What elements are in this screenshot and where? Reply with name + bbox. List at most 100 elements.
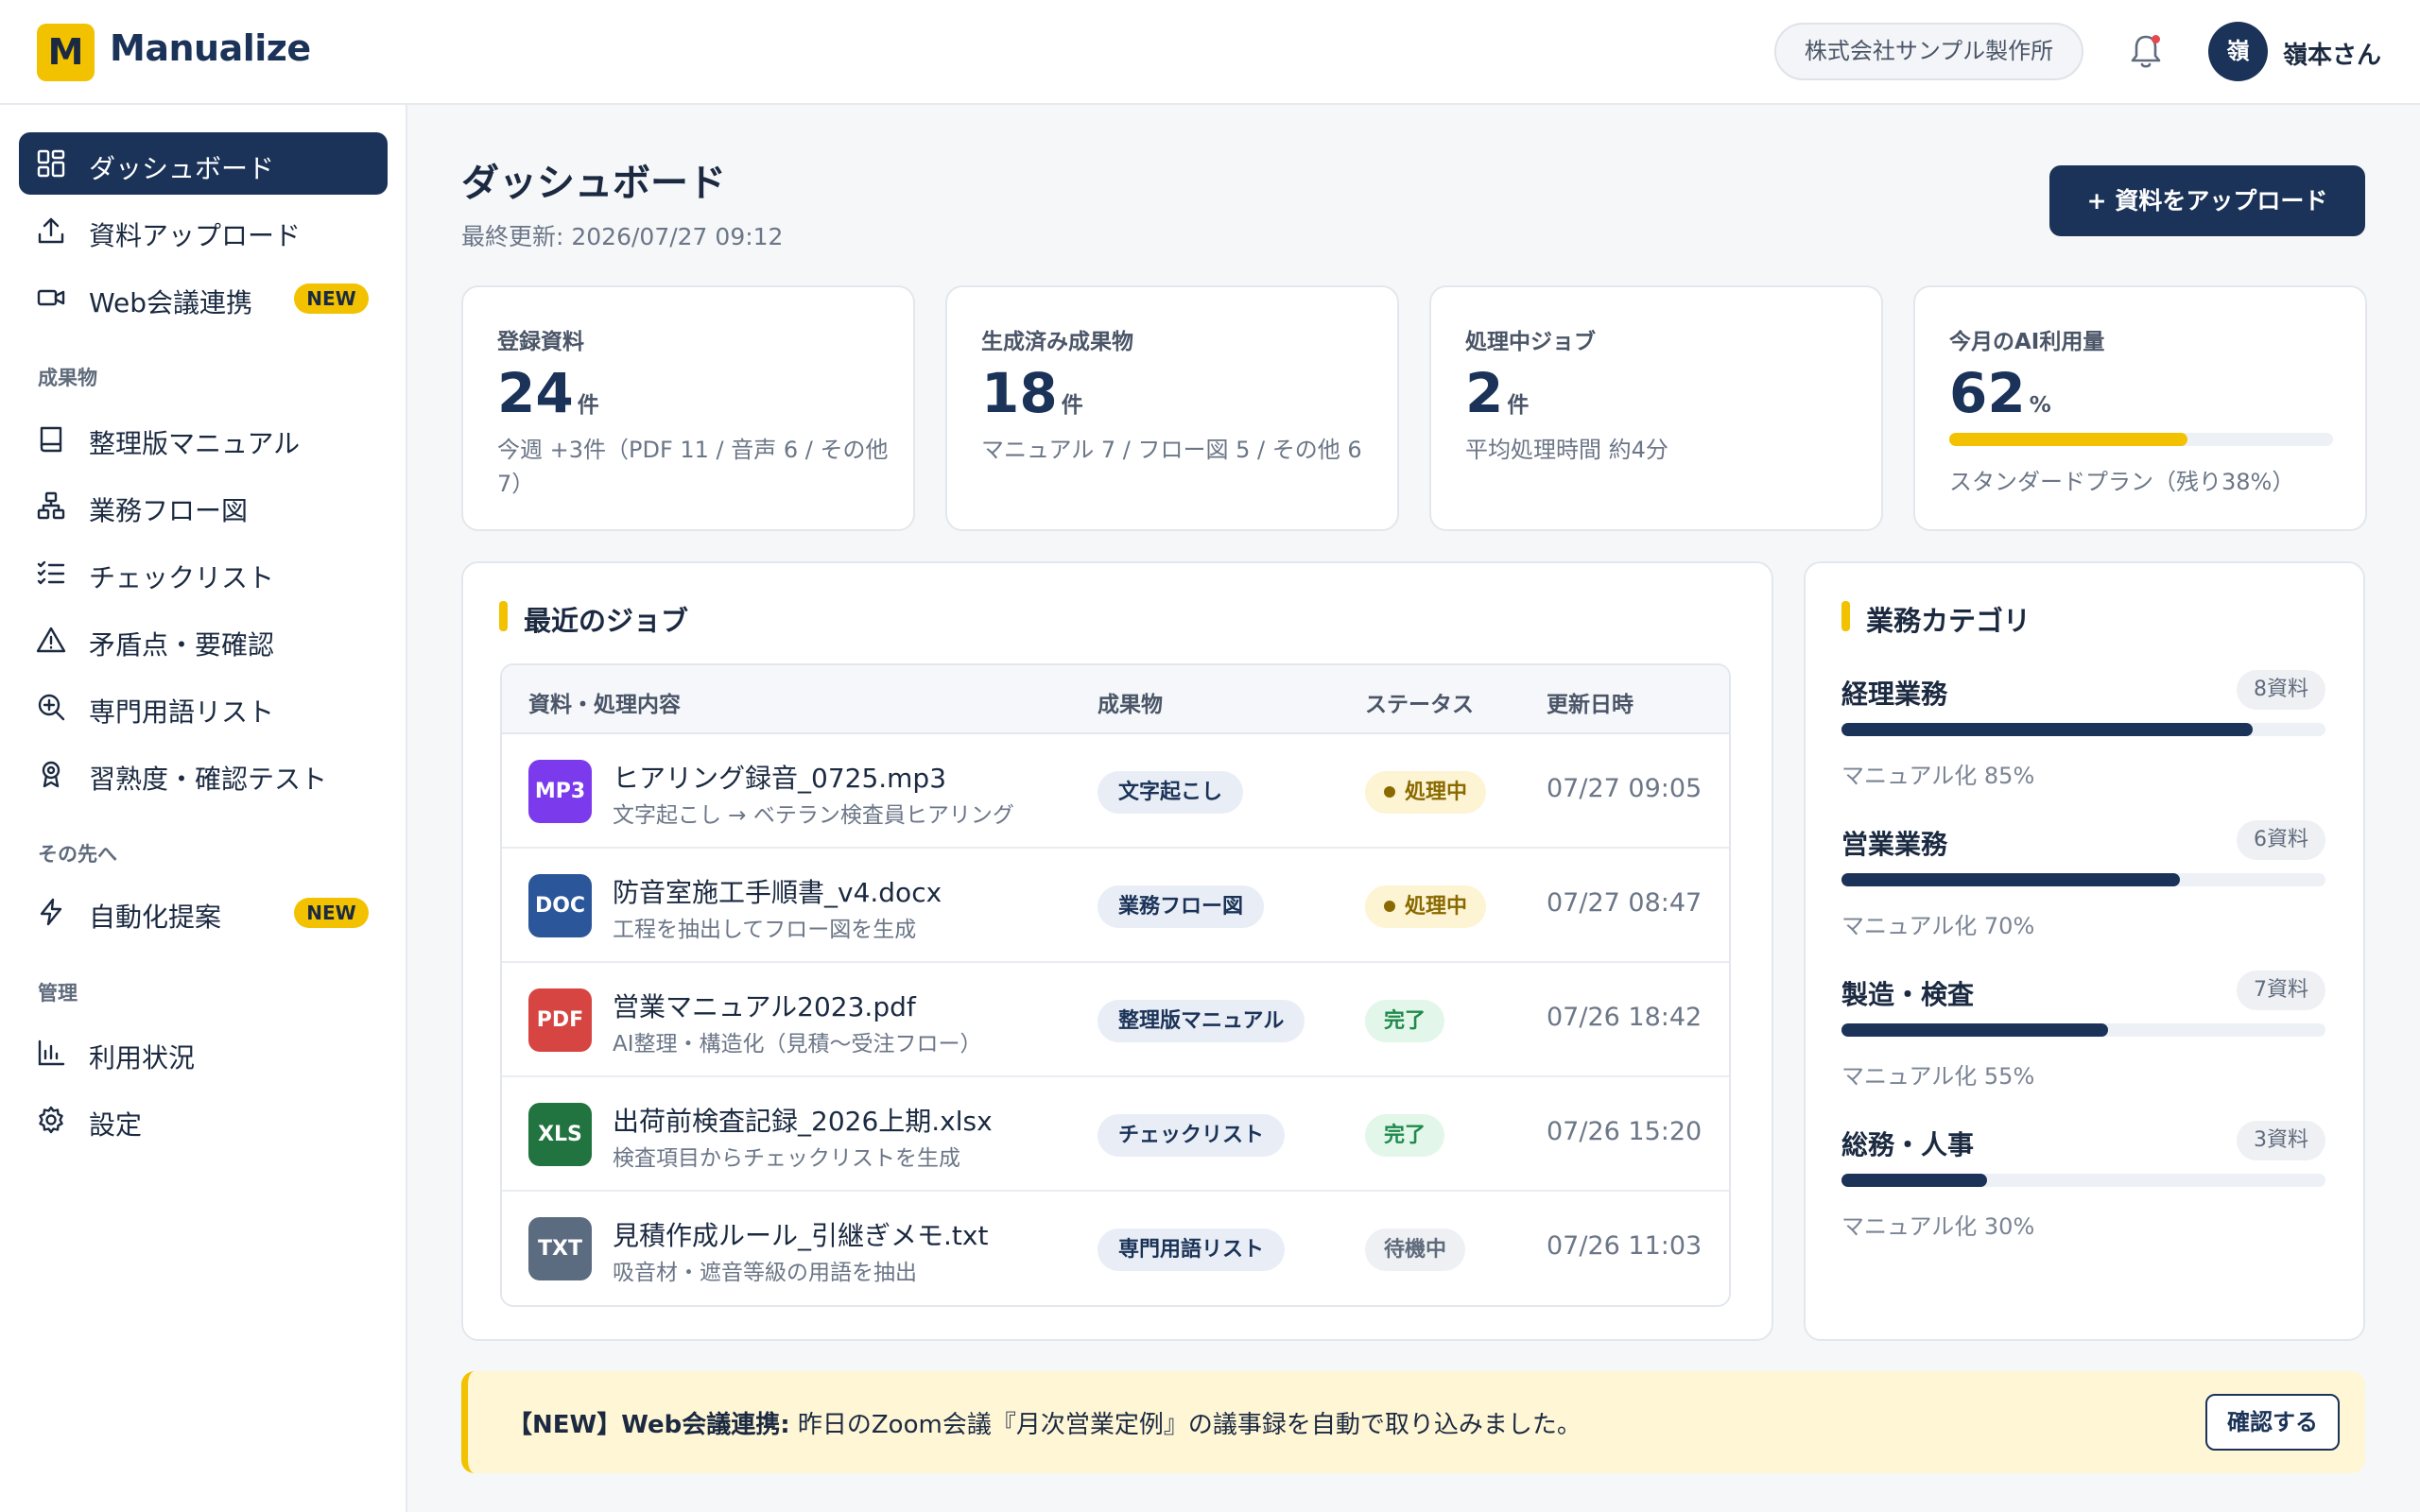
last-updated: 最終更新: 2026/07/27 09:12 — [461, 223, 784, 250]
sidebar-item-checklist[interactable]: チェックリスト — [19, 541, 388, 604]
job-file-name: ヒアリング録音_0725.mp3 — [613, 763, 947, 794]
stat-card-outputs: 生成済み成果物 18 件 マニュアル 7 / フロー図 5 / その他 6 — [945, 285, 1399, 531]
notice-banner: 【NEW】Web会議連携: 昨日のZoom会議『月次営業定例』の議事録を自動で取… — [461, 1371, 2365, 1473]
table-row[interactable]: XLS 出荷前検査記録_2026上期.xlsx 検査項目からチェックリストを生成 チェ… — [502, 1077, 1729, 1192]
stat-value: 24 件 — [497, 361, 599, 425]
table-row[interactable]: PDF 営業マニュアル2023.pdf AI整理・構造化（見積〜受注フロー） 整理版マ… — [502, 963, 1729, 1077]
sidebar-item-web-meeting[interactable]: Web会議連携 NEW — [19, 266, 388, 329]
category-progress-text: マニュアル化 55% — [1841, 1063, 2035, 1090]
sidebar-item-label: 業務フロー図 — [89, 495, 249, 526]
stat-value: 62% — [1949, 361, 2051, 425]
job-file-name: 営業マニュアル2023.pdf — [613, 991, 916, 1022]
sidebar-item-label: 習熟度・確認テスト — [89, 764, 328, 795]
job-updated-at: 07/27 08:47 — [1547, 888, 1703, 918]
category-progress-bar — [1841, 873, 2325, 886]
sidebar-item-flow[interactable]: 業務フロー図 — [19, 474, 388, 537]
file-type-icon: PDF — [528, 988, 592, 1052]
sidebar-item-manual[interactable]: 整理版マニュアル — [19, 407, 388, 470]
upload-icon — [38, 217, 64, 244]
stat-description: 平均処理時間 約4分 — [1465, 437, 1668, 463]
logo-mark[interactable]: M — [37, 24, 95, 81]
stat-label: 処理中ジョブ — [1465, 330, 1596, 354]
stat-label: 登録資料 — [497, 330, 584, 354]
stat-value: 2件 — [1465, 361, 1530, 425]
confirm-button[interactable]: 確認する — [2205, 1394, 2340, 1451]
new-badge: NEW — [294, 898, 369, 928]
job-description: AI整理・構造化（見積〜受注フロー） — [613, 1032, 982, 1057]
award-icon — [42, 761, 60, 788]
sidebar-item-settings[interactable]: 設定 — [19, 1089, 388, 1151]
status-badge: 処理中 — [1365, 885, 1487, 928]
sidebar: ダッシュボード 資料アップロード Web会議連携 NEW 成果物 整理版マニュア… — [0, 105, 407, 1512]
sidebar-item-label: 資料アップロード — [89, 220, 302, 251]
category-progress-text: マニュアル化 30% — [1841, 1213, 2035, 1240]
panel-title: 最近のジョブ — [499, 599, 688, 639]
status-badge: 完了 — [1365, 1000, 1445, 1042]
sidebar-item-dashboard[interactable]: ダッシュボード — [19, 132, 388, 195]
category-progress-fill — [1841, 873, 2181, 886]
table-row[interactable]: TXT 見積作成ルール_引継ぎメモ.txt 吸音材・遮音等級の用語を抽出 専門用語リス… — [502, 1192, 1729, 1305]
category-count-badge: 7資料 — [2237, 971, 2325, 1010]
status-badge: 完了 — [1365, 1114, 1445, 1157]
column-header: 資料・処理内容 — [528, 693, 681, 717]
user-name[interactable]: 嶺本さん — [2283, 36, 2381, 71]
avatar[interactable]: 嶺 — [2208, 22, 2268, 81]
table-row[interactable]: DOC 防音室施工手順書_v4.docx 工程を抽出してフロー図を生成 業務フロー図 処… — [502, 849, 1729, 963]
stat-description: マニュアル 7 / フロー図 5 / その他 6 — [981, 437, 1362, 463]
book-icon — [40, 426, 62, 453]
new-badge: NEW — [294, 284, 369, 314]
sidebar-item-label: 自動化提案 — [89, 902, 222, 933]
bar-chart-icon — [38, 1040, 65, 1066]
output-chip: 文字起こし — [1098, 771, 1244, 814]
column-header: ステータス — [1365, 693, 1474, 717]
sidebar-item-upload[interactable]: 資料アップロード — [19, 199, 388, 262]
stat-card-documents: 登録資料 24 件 今週 +3件（PDF 11 / 音声 6 / その他 7） — [461, 285, 915, 531]
column-header: 更新日時 — [1547, 693, 1634, 717]
category-progress-bar — [1841, 1023, 2325, 1037]
sidebar-item-conflicts[interactable]: 矛盾点・要確認 — [19, 609, 388, 671]
table-row[interactable]: MP3 ヒアリング録音_0725.mp3 文字起こし → ベテラン検査員ヒアリング 文… — [502, 734, 1729, 849]
category-progress-fill — [1841, 1174, 1987, 1187]
job-updated-at: 07/27 09:05 — [1547, 774, 1703, 803]
category-progress-fill — [1841, 723, 2254, 736]
job-file-name: 防音室施工手順書_v4.docx — [613, 877, 942, 908]
stat-label: 今月のAI利用量 — [1949, 330, 2105, 354]
category-name: 営業業務 — [1841, 829, 1948, 860]
sidebar-item-label: 利用状況 — [89, 1042, 196, 1074]
status-dot — [1384, 901, 1395, 912]
app-name[interactable]: Manualize — [110, 27, 311, 69]
status-badge: 処理中 — [1365, 771, 1487, 814]
output-chip: チェックリスト — [1098, 1114, 1286, 1157]
job-updated-at: 07/26 18:42 — [1547, 1003, 1703, 1032]
file-type-icon: TXT — [528, 1217, 592, 1280]
file-type-icon: DOC — [528, 874, 592, 937]
sidebar-item-automation[interactable]: 自動化提案 NEW — [19, 881, 388, 943]
organization-switcher[interactable]: 株式会社サンプル製作所 — [1774, 23, 2083, 80]
category-progress-text: マニュアル化 85% — [1841, 763, 2035, 789]
sidebar-item-label: Web会議連携 — [89, 287, 253, 318]
category-name: 総務・人事 — [1841, 1129, 1975, 1160]
section-label-admin: 管理 — [38, 982, 78, 1005]
file-type-icon: MP3 — [528, 760, 592, 823]
checklist-icon — [37, 560, 65, 585]
jobs-table: 資料・処理内容 成果物 ステータス 更新日時 MP3 ヒアリング録音_0725.m… — [500, 663, 1731, 1307]
bolt-icon — [40, 898, 62, 926]
status-dot — [1384, 786, 1395, 798]
category-progress-bar — [1841, 723, 2325, 736]
notice-message: 【NEW】Web会議連携: 昨日のZoom会議『月次営業定例』の議事録を自動で取… — [508, 1411, 1582, 1439]
column-header: 成果物 — [1098, 693, 1163, 717]
section-label-next: その先へ — [38, 843, 117, 866]
stat-card-jobs: 処理中ジョブ 2件 平均処理時間 約4分 — [1429, 285, 1883, 531]
sidebar-item-usage[interactable]: 利用状況 — [19, 1022, 388, 1084]
output-chip: 専門用語リスト — [1098, 1228, 1286, 1271]
stat-description: 今週 +3件（PDF 11 / 音声 6 / その他 7） — [497, 437, 889, 497]
sidebar-item-glossary[interactable]: 専門用語リスト — [19, 676, 388, 738]
ai-usage-progress-fill — [1949, 433, 2187, 446]
sidebar-item-test[interactable]: 習熟度・確認テスト — [19, 743, 388, 805]
category-name: 経理業務 — [1841, 679, 1948, 710]
warning-icon — [36, 627, 66, 653]
flow-icon — [37, 491, 65, 520]
panel-title: 業務カテゴリ — [1841, 599, 2031, 639]
sidebar-item-label: チェックリスト — [89, 562, 275, 593]
upload-document-button[interactable]: + 資料をアップロード — [2049, 165, 2365, 236]
